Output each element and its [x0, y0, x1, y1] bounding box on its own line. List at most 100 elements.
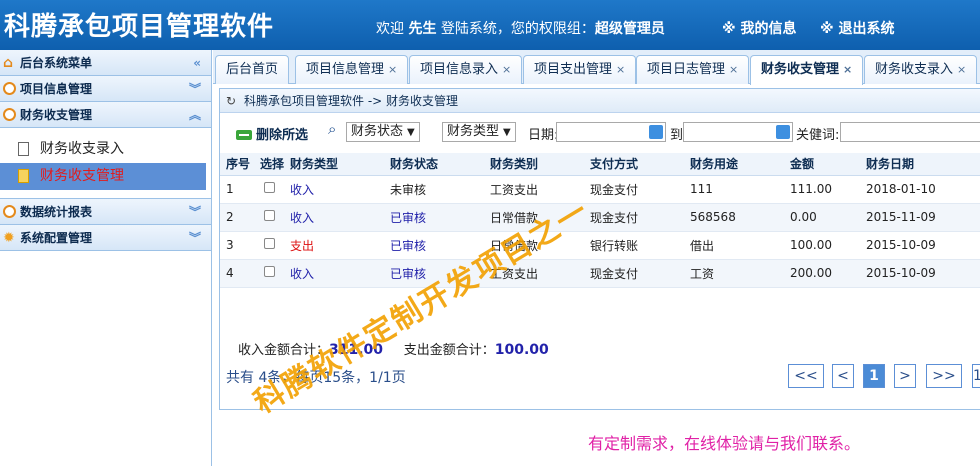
- cell-purpose: 借出: [684, 231, 785, 260]
- cell-status: 已审核: [384, 231, 485, 260]
- cell-select: [254, 175, 285, 204]
- document-icon: [18, 169, 29, 183]
- welcome-mid: 登陆系统，您的权限组：: [440, 21, 595, 37]
- cell-no: 4: [220, 259, 254, 288]
- tab-bar: 后台首页 项目信息管理 × 项目信息录入 × 项目支出管理 × 项目日志管理 × 财务收…: [213, 50, 980, 85]
- user-name: 先生: [408, 21, 437, 37]
- keyword-input[interactable]: [840, 122, 980, 142]
- close-icon[interactable]: ×: [388, 63, 397, 76]
- cell-date: 2015-10-09: [860, 259, 980, 288]
- col-header-status: 财务状态: [384, 153, 485, 176]
- row-checkbox[interactable]: [264, 266, 275, 277]
- clock-icon: [3, 108, 16, 121]
- last-page-button[interactable]: >>: [926, 364, 962, 388]
- tab-label: 后台首页: [226, 62, 279, 77]
- my-info-link[interactable]: ※ 我的信息: [722, 18, 796, 38]
- cell-select: [254, 231, 285, 260]
- close-icon[interactable]: ×: [502, 63, 511, 76]
- tab-label: 项目支出管理: [534, 62, 613, 77]
- sidebar-menu-title-label: 后台系统菜单: [20, 56, 93, 70]
- col-header-amount: 金额: [784, 153, 861, 176]
- breadcrumb-text: 科腾承包项目管理软件 -> 财务收支管理: [244, 94, 459, 108]
- chevron-down-icon: ︾: [188, 231, 201, 245]
- keyword-label: 关健词:: [796, 128, 840, 143]
- sidebar-item-finance-entry[interactable]: 财务收支录入: [0, 136, 206, 163]
- cell-date: 2015-10-09: [860, 231, 980, 260]
- sidebar-item-finance-manage[interactable]: 财务收支管理: [0, 163, 206, 190]
- clock-icon: [3, 82, 16, 95]
- close-icon[interactable]: ×: [843, 63, 852, 76]
- delete-selected-label: 删除所选: [256, 128, 309, 143]
- first-page-button[interactable]: <<: [788, 364, 824, 388]
- next-page-button[interactable]: >: [894, 364, 916, 388]
- user-role: 超级管理员: [594, 21, 665, 37]
- cell-category: 工资支出: [484, 175, 585, 204]
- sidebar-group-finance[interactable]: 财务收支管理 ︽: [0, 102, 211, 128]
- gear-icon: ✹: [3, 230, 15, 246]
- cell-purpose: 568568: [684, 203, 785, 232]
- cell-payment: 现金支付: [584, 259, 685, 288]
- tab-project-log[interactable]: 项目日志管理 ×: [636, 55, 750, 84]
- row-checkbox[interactable]: [264, 210, 275, 221]
- start-date-input[interactable]: [556, 122, 666, 142]
- cell-no: 1: [220, 175, 254, 204]
- sidebar: ⌂ 后台系统菜单 « 项目信息管理 ︾ 财务收支管理 ︽ 财务收支录入 财务收支…: [0, 50, 212, 466]
- app-title: 科腾承包项目管理软件: [4, 12, 275, 42]
- current-page-button[interactable]: 1: [863, 364, 885, 388]
- chevron-up-icon: ︽: [188, 108, 201, 122]
- chevron-down-icon: ︾: [188, 205, 201, 219]
- cell-type: 收入: [284, 203, 385, 232]
- col-header-type: 财务类型: [284, 153, 385, 176]
- col-header-no: 序号: [220, 153, 254, 176]
- sidebar-menu-title[interactable]: ⌂ 后台系统菜单 «: [0, 50, 211, 76]
- delete-selected-button[interactable]: 删除所选: [236, 124, 308, 143]
- close-icon[interactable]: ×: [729, 63, 738, 76]
- tab-label: 项目信息管理: [306, 62, 385, 77]
- cell-purpose: 工资: [684, 259, 785, 288]
- tab-finance-entry[interactable]: 财务收支录入 ×: [864, 55, 978, 84]
- tab-finance-manage[interactable]: 财务收支管理 ×: [750, 55, 864, 85]
- sidebar-group-reports[interactable]: 数据统计报表 ︾: [0, 199, 211, 225]
- close-icon[interactable]: ×: [957, 63, 966, 76]
- collapse-left-icon[interactable]: «: [193, 50, 201, 76]
- sidebar-submenu-finance: 财务收支录入 财务收支管理: [0, 128, 211, 199]
- table-row: 1 收入 未审核 工资支出 现金支付 111 111.00 2018-01-10: [220, 175, 980, 204]
- col-header-date: 财务日期: [860, 153, 980, 176]
- dropdown-arrow-icon: ▼: [503, 127, 511, 138]
- finance-status-select[interactable]: 财务状态 ▼: [346, 122, 420, 142]
- finance-status-value: 财务状态: [351, 124, 404, 139]
- cell-payment: 银行转账: [584, 231, 685, 260]
- welcome-prefix: 欢迎: [376, 21, 404, 37]
- cell-date: 2015-11-09: [860, 203, 980, 232]
- income-total-value: 311.00: [329, 342, 384, 358]
- refresh-icon: ↻: [226, 94, 237, 108]
- tab-label: 财务收支管理: [761, 62, 840, 77]
- tab-project-entry[interactable]: 项目信息录入 ×: [409, 55, 523, 84]
- expense-total-value: 100.00: [494, 342, 549, 358]
- prev-page-button[interactable]: <: [832, 364, 854, 388]
- end-date-input[interactable]: [683, 122, 793, 142]
- row-checkbox[interactable]: [264, 182, 275, 193]
- row-checkbox[interactable]: [264, 238, 275, 249]
- page-jump-input[interactable]: 1: [972, 364, 980, 388]
- sidebar-group-config[interactable]: ✹ 系统配置管理 ︾: [0, 225, 211, 251]
- content-panel: ↻ 科腾承包项目管理软件 -> 财务收支管理 删除所选 ⌕ 财务状态 ▼ 财务类型…: [219, 88, 980, 410]
- minus-icon: [236, 130, 252, 140]
- search-icon: ⌕: [328, 120, 337, 138]
- cell-select: [254, 203, 285, 232]
- calendar-icon[interactable]: [649, 125, 663, 139]
- table-row: 4 收入 已审核 工资支出 现金支付 工资 200.00 2015-10-09: [220, 259, 980, 288]
- pagination-info: 共有 4条，每页15条，1/1页: [226, 370, 406, 386]
- logout-link[interactable]: ※ 退出系统: [820, 18, 894, 38]
- close-icon[interactable]: ×: [616, 63, 625, 76]
- totals-summary: 收入金额合计：311.00 支出金额合计：100.00: [238, 339, 549, 358]
- tab-home[interactable]: 后台首页: [215, 55, 290, 84]
- calendar-icon[interactable]: [776, 125, 790, 139]
- cell-category: 工资支出: [484, 259, 585, 288]
- tab-project-expense[interactable]: 项目支出管理 ×: [523, 55, 637, 84]
- col-header-select: 选择: [254, 153, 285, 176]
- finance-type-select[interactable]: 财务类型 ▼: [442, 122, 516, 142]
- sidebar-group-project[interactable]: 项目信息管理 ︾: [0, 76, 211, 102]
- cell-amount: 200.00: [784, 259, 861, 288]
- tab-project-info[interactable]: 项目信息管理 ×: [295, 55, 409, 84]
